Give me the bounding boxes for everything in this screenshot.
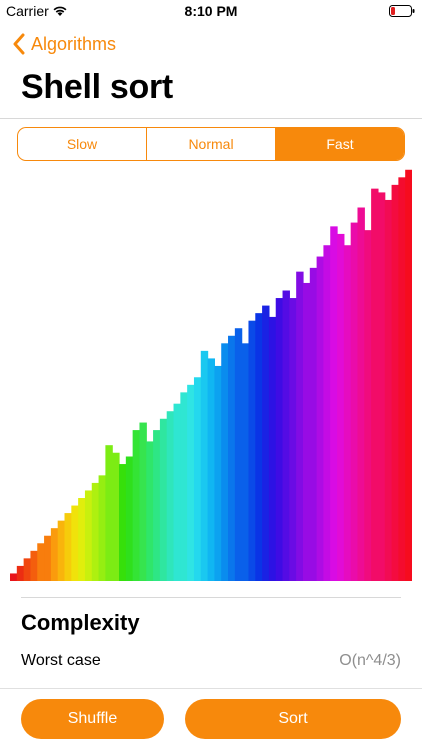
speed-segmented-control: Slow Normal Fast xyxy=(17,127,405,161)
bar xyxy=(302,282,311,581)
bar xyxy=(275,298,284,581)
bar xyxy=(119,464,127,581)
divider xyxy=(21,597,401,598)
bar xyxy=(71,505,79,581)
screen: Carrier 8:10 PM Algorithms Shell sort Sl… xyxy=(0,0,422,750)
bar xyxy=(159,418,168,581)
segment-label: Slow xyxy=(66,136,98,152)
bar xyxy=(214,365,222,581)
bar xyxy=(316,256,325,581)
status-time: 8:10 PM xyxy=(184,3,238,19)
bar xyxy=(44,535,52,581)
bar xyxy=(50,528,59,581)
bar xyxy=(98,475,106,581)
bar xyxy=(30,550,38,581)
segment-slow[interactable]: Slow xyxy=(18,128,147,160)
bar xyxy=(330,226,338,581)
segment-label: Normal xyxy=(188,136,234,152)
bar xyxy=(282,290,290,581)
bar xyxy=(78,498,86,581)
bar xyxy=(16,565,25,581)
bar xyxy=(187,384,195,581)
bar xyxy=(132,430,141,581)
bar xyxy=(268,316,277,581)
back-label: Algorithms xyxy=(31,33,117,54)
back-button[interactable]: Algorithms xyxy=(12,30,116,58)
bar xyxy=(139,422,147,581)
bar xyxy=(364,230,372,581)
bar xyxy=(64,513,72,581)
bar xyxy=(37,543,45,581)
shuffle-label: Shuffle xyxy=(67,710,118,727)
bar xyxy=(405,169,412,581)
bar xyxy=(391,184,399,581)
divider xyxy=(0,688,422,689)
bar xyxy=(91,482,100,581)
bar xyxy=(193,377,202,581)
bar xyxy=(241,343,250,581)
segment-label: Fast xyxy=(326,136,354,152)
sort-button[interactable]: Sort xyxy=(185,699,401,739)
bar xyxy=(350,222,359,581)
bar xyxy=(398,177,406,581)
bar xyxy=(166,411,175,581)
bar xyxy=(228,335,236,581)
bar xyxy=(357,207,365,581)
bar xyxy=(262,305,270,581)
bar xyxy=(200,350,209,581)
bar xyxy=(23,558,32,581)
bar xyxy=(377,192,386,581)
bar xyxy=(371,188,379,581)
bar xyxy=(153,430,161,581)
bar xyxy=(125,456,134,581)
bar xyxy=(84,490,93,581)
status-bar: Carrier 8:10 PM xyxy=(0,0,422,22)
bar xyxy=(296,271,304,581)
bar xyxy=(112,452,120,581)
bar xyxy=(384,199,393,581)
bar xyxy=(343,245,352,581)
bar xyxy=(309,267,318,581)
worst-case-label: Worst case xyxy=(21,652,101,669)
bar xyxy=(337,233,345,581)
sort-visualization xyxy=(10,166,412,581)
complexity-heading: Complexity xyxy=(21,610,140,635)
bar xyxy=(323,245,331,581)
segment-normal[interactable]: Normal xyxy=(147,128,276,160)
divider xyxy=(0,118,422,119)
battery-icon xyxy=(389,5,415,17)
bar xyxy=(234,328,243,581)
bar xyxy=(180,392,188,581)
bar xyxy=(57,520,66,581)
bar xyxy=(248,320,256,581)
segment-fast[interactable]: Fast xyxy=(276,128,404,160)
bar xyxy=(289,298,297,581)
bar xyxy=(207,358,215,581)
page-title: Shell sort xyxy=(21,68,173,106)
shuffle-button[interactable]: Shuffle xyxy=(21,699,164,739)
bar xyxy=(105,445,113,581)
bar xyxy=(221,343,229,581)
bar xyxy=(146,441,154,581)
chevron-left-icon xyxy=(13,33,25,55)
bar xyxy=(173,403,181,581)
worst-case-value: O(n^4/3) xyxy=(339,652,401,669)
bar xyxy=(255,313,263,581)
sort-label: Sort xyxy=(278,710,308,727)
bar-chart xyxy=(10,169,412,581)
bar xyxy=(10,573,18,581)
